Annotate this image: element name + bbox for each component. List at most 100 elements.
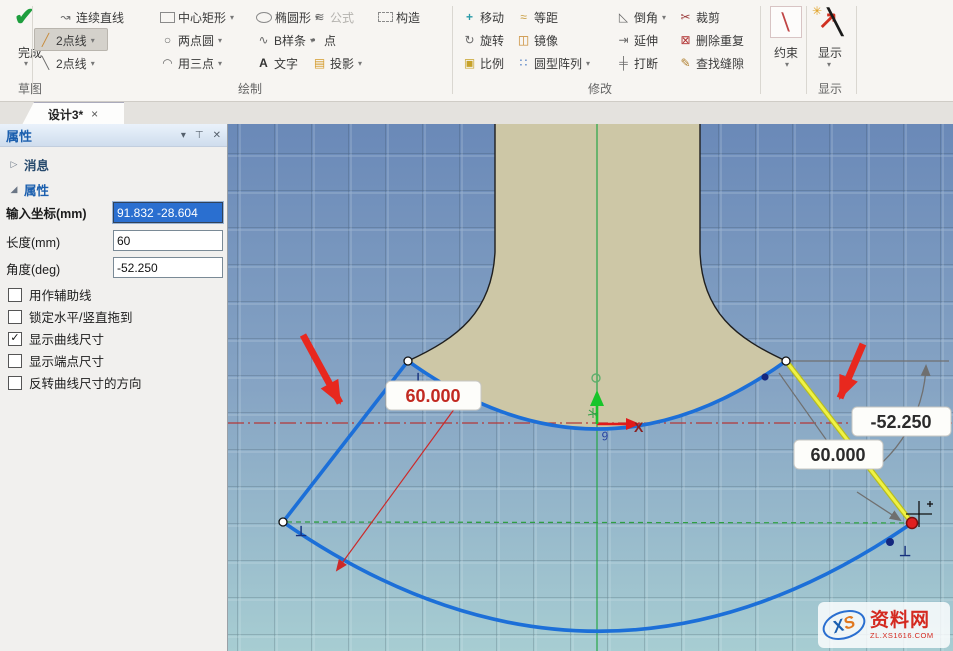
sketch-canvas[interactable]: X 9 ⊥ ⊥ ⊥ 60.000 -52.250 60.000 bbox=[228, 124, 953, 651]
tool-scale[interactable]: ▣ 比例 bbox=[462, 53, 504, 73]
active-endpoint-marker[interactable] bbox=[907, 518, 918, 529]
tool-3point-arc[interactable]: ◠ 用三点 ▾ bbox=[160, 53, 222, 73]
checkbox-auxiliary-line[interactable]: 用作辅助线 bbox=[0, 285, 227, 304]
circular-pattern-icon: ∷ bbox=[516, 56, 531, 70]
tool-project[interactable]: ▤ 投影 ▾ bbox=[312, 53, 362, 73]
svg-text:60.000: 60.000 bbox=[810, 445, 865, 465]
checkbox-lock-hv-drag[interactable]: 锁定水平/竖直拖到 bbox=[0, 307, 227, 326]
caret-icon[interactable]: ▾ bbox=[230, 13, 234, 22]
2point-line-icon: ╱ bbox=[38, 33, 53, 47]
ribbon-toolbar: ✔ 完成 ▾ 草图 ↝ 连续直线 中心矩形 ▾ 椭圆形 ▾ ≋ 公式 构造 ╱ … bbox=[0, 0, 953, 102]
point-icon: • bbox=[306, 33, 321, 47]
checkbox-show-curve-dim[interactable]: ✓ 显示曲线尺寸 bbox=[0, 329, 227, 348]
tool-break[interactable]: ╪ 打断 bbox=[616, 53, 658, 73]
checkbox-icon[interactable] bbox=[8, 310, 22, 324]
endpoint-marker[interactable] bbox=[404, 357, 412, 365]
tool-mirror[interactable]: ◫ 镜像 bbox=[516, 30, 558, 50]
caret-icon[interactable]: ▾ bbox=[358, 59, 362, 68]
coord-input[interactable]: 91.832 -28.604 bbox=[113, 202, 223, 223]
checkbox-icon[interactable] bbox=[8, 354, 22, 368]
construction-icon bbox=[378, 12, 393, 22]
constraint-icon: ╲ bbox=[780, 12, 791, 31]
tool-find-gap[interactable]: ✎ 查找缝隙 bbox=[678, 53, 744, 73]
angle-input[interactable]: -52.250 bbox=[113, 257, 223, 278]
dim-label-curve-right[interactable]: 60.000 bbox=[794, 440, 883, 469]
tool-polyline[interactable]: ↝ 连续直线 bbox=[58, 7, 124, 27]
midpoint-marker[interactable] bbox=[761, 373, 768, 380]
group-label-draw: 绘制 bbox=[180, 80, 320, 97]
checkbox-icon[interactable] bbox=[8, 288, 22, 302]
length-input[interactable]: 60 bbox=[113, 230, 223, 251]
caret-icon[interactable]: ▾ bbox=[785, 60, 789, 69]
tool-2point-circle[interactable]: ○ 两点圆 ▾ bbox=[160, 30, 222, 50]
section-properties[interactable]: ◢ 属性 bbox=[0, 180, 227, 199]
tool-rotate[interactable]: ↻ 旋转 bbox=[462, 30, 504, 50]
constraint-button[interactable]: ╲ bbox=[770, 6, 802, 38]
endpoint-marker[interactable] bbox=[279, 518, 287, 526]
finish-caret-icon[interactable]: ▾ bbox=[24, 59, 28, 68]
properties-panel: 属性 ▾ ⊤ ✕ ▷ 消息 ◢ 属性 输入坐标(mm) 91.832 -28.6… bbox=[0, 124, 228, 651]
tool-circular-pattern[interactable]: ∷ 圆型阵列 ▾ bbox=[516, 53, 590, 73]
caret-icon[interactable]: ▾ bbox=[91, 59, 95, 68]
midpoint-marker[interactable] bbox=[886, 538, 894, 546]
panel-dropdown-icon[interactable]: ▾ bbox=[181, 130, 186, 141]
bspline-icon: ∿ bbox=[256, 33, 271, 47]
panel-title: 属性 bbox=[6, 126, 172, 145]
caret-icon[interactable]: ▾ bbox=[827, 60, 831, 69]
tool-offset[interactable]: ≈ 等距 bbox=[516, 7, 558, 27]
panel-close-icon[interactable]: ✕ bbox=[213, 130, 221, 141]
tool-point[interactable]: • 点 bbox=[306, 30, 336, 50]
find-gap-icon: ✎ bbox=[678, 56, 693, 70]
mirror-icon: ◫ bbox=[516, 33, 531, 47]
tool-2point-line-alt[interactable]: ╲ 2点线 ▾ bbox=[38, 53, 95, 73]
tool-delete-duplicates[interactable]: ⊠ 删除重复 bbox=[678, 30, 744, 50]
tool-construction[interactable]: 构造 bbox=[378, 7, 420, 27]
ribbon-separator bbox=[452, 6, 453, 94]
origin-x-label: X bbox=[634, 419, 644, 435]
panel-header: 属性 ▾ ⊤ ✕ bbox=[0, 124, 227, 147]
tab-close-icon[interactable]: × bbox=[91, 107, 98, 121]
dim-label-curve-left[interactable]: 60.000 bbox=[386, 381, 481, 410]
perpendicular-icon: ⊥ bbox=[295, 523, 307, 539]
display-slash-icon: ╲ bbox=[828, 8, 842, 37]
caret-icon[interactable]: ▾ bbox=[91, 36, 95, 45]
section-messages[interactable]: ▷ 消息 bbox=[0, 155, 227, 174]
break-icon: ╪ bbox=[616, 56, 631, 70]
caret-icon[interactable]: ▾ bbox=[662, 13, 666, 22]
watermark: XS 资料网 ZL.XS1616.COM bbox=[818, 602, 950, 648]
caret-icon[interactable]: ▾ bbox=[218, 59, 222, 68]
panel-pin-icon[interactable]: ⊤ bbox=[195, 130, 204, 141]
2point-line-alt-icon: ╲ bbox=[38, 56, 53, 70]
checkbox-reverse-curve-dim[interactable]: 反转曲线尺寸的方向 bbox=[0, 373, 227, 392]
display-button-label[interactable]: 显示 bbox=[810, 42, 850, 62]
tool-trim[interactable]: ✂ 裁剪 bbox=[678, 7, 720, 27]
watermark-name: 资料网 bbox=[870, 611, 934, 630]
delete-duplicates-icon: ⊠ bbox=[678, 33, 693, 47]
expand-icon[interactable]: ◢ bbox=[8, 184, 20, 195]
perpendicular-icon: ⊥ bbox=[899, 543, 911, 559]
tool-chamfer[interactable]: ◺ 倒角 ▾ bbox=[616, 7, 666, 27]
tool-formula: ≋ 公式 bbox=[312, 7, 354, 27]
caret-icon[interactable]: ▾ bbox=[586, 59, 590, 68]
move-icon: + bbox=[462, 10, 477, 24]
tool-move[interactable]: + 移动 bbox=[462, 7, 504, 27]
tab-design3[interactable]: 设计3* × bbox=[22, 102, 124, 125]
checkbox-show-endpoint-dim[interactable]: 显示端点尺寸 bbox=[0, 351, 227, 370]
document-tab-bar: 设计3* × bbox=[0, 102, 953, 125]
checkbox-icon[interactable] bbox=[8, 376, 22, 390]
tool-center-rect[interactable]: 中心矩形 ▾ bbox=[160, 7, 234, 27]
svg-text:-52.250: -52.250 bbox=[870, 412, 931, 432]
collapse-icon[interactable]: ▷ bbox=[8, 159, 20, 170]
tool-text[interactable]: A 文字 bbox=[256, 53, 298, 73]
tool-extend[interactable]: ⇥ 延伸 bbox=[616, 30, 658, 50]
checkbox-checked-icon[interactable]: ✓ bbox=[8, 332, 22, 346]
constraint-label[interactable]: 约束 bbox=[764, 42, 808, 62]
tool-ellipse[interactable]: 椭圆形 ▾ bbox=[256, 7, 319, 27]
caret-icon[interactable]: ▾ bbox=[218, 36, 222, 45]
tool-2point-line[interactable]: ╱ 2点线 ▾ bbox=[38, 30, 95, 50]
dim-label-angle[interactable]: -52.250 bbox=[852, 407, 951, 436]
display-button[interactable]: ✳ ↗ ╲ bbox=[812, 4, 848, 40]
offset-icon: ≈ bbox=[516, 10, 531, 24]
endpoint-marker[interactable] bbox=[782, 357, 790, 365]
rotate-icon: ↻ bbox=[462, 33, 477, 47]
